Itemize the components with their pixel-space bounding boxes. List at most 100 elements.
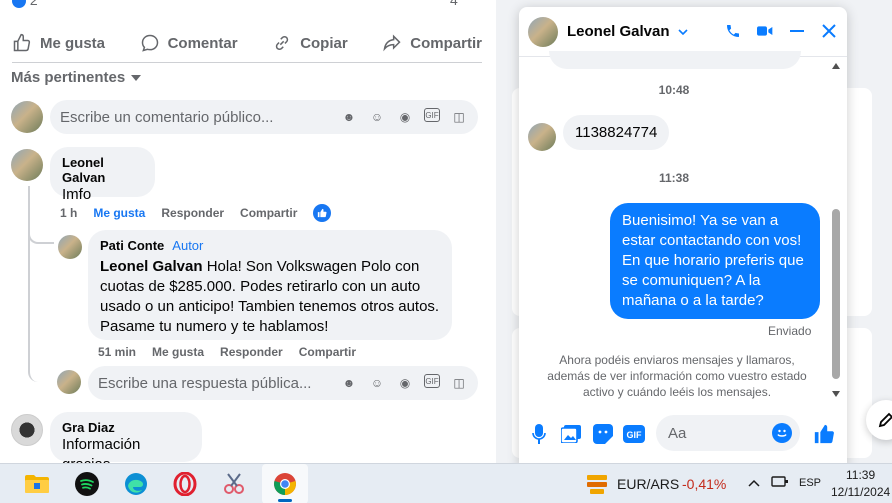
- language-indicator[interactable]: ESP: [799, 477, 821, 489]
- comment-input[interactable]: Escribe un comentario público... ☻ ☺ ◉ G…: [50, 100, 478, 134]
- message-time: 10:48: [658, 83, 690, 97]
- link-icon: [276, 35, 289, 51]
- edit-icon: [878, 412, 892, 428]
- like-reaction-icon[interactable]: [313, 204, 332, 222]
- reply-time[interactable]: 51 min: [98, 345, 136, 359]
- like-reaction-icon: [12, 0, 26, 9]
- scroll-down-icon[interactable]: [832, 391, 840, 397]
- reaction-summary[interactable]: 2: [12, 0, 38, 9]
- taskbar: EUR/ARS -0,41% ESP 11:39 12/11/2024: [0, 463, 892, 503]
- microphone-icon[interactable]: [528, 423, 550, 445]
- avatar[interactable]: [11, 149, 43, 181]
- chat-avatar[interactable]: [528, 17, 558, 47]
- comment-count[interactable]: 4: [450, 0, 458, 8]
- stock-ticker-icon[interactable]: [582, 469, 612, 499]
- like-label: Me gusta: [40, 34, 106, 52]
- reply-author-row: Pati Conte Autor: [100, 238, 440, 253]
- chat-contact[interactable]: Leonel Galvan: [567, 23, 688, 40]
- thumbs-up-icon[interactable]: [813, 423, 835, 445]
- ticker-symbol[interactable]: EUR/ARS: [617, 476, 679, 492]
- tray-chevron-icon[interactable]: [748, 475, 760, 490]
- comment-bubble: Gra Diaz Información gracias: [50, 412, 202, 463]
- camera-icon[interactable]: ◉: [396, 374, 414, 392]
- ticker-change[interactable]: -0,41%: [682, 476, 726, 492]
- thumbs-up-icon: [13, 33, 31, 52]
- like-button[interactable]: Me gusta: [12, 26, 105, 60]
- avatar[interactable]: [11, 101, 43, 133]
- camera-icon[interactable]: ◉: [396, 108, 414, 126]
- message-status: Enviado: [768, 324, 812, 338]
- share-button[interactable]: Compartir: [382, 26, 482, 60]
- sort-dropdown[interactable]: Más pertinentes: [11, 69, 142, 86]
- comment-author[interactable]: Leonel Galvan: [62, 155, 143, 185]
- chat-notice: Ahora podéis enviaros mensajes y llamaro…: [547, 353, 807, 399]
- chrome-icon[interactable]: [270, 469, 300, 499]
- reply-input[interactable]: Escribe una respuesta pública... ☻ ☺ ◉ G…: [88, 366, 478, 400]
- file-explorer-icon[interactable]: [22, 469, 52, 499]
- chevron-down-icon: [677, 28, 688, 35]
- gif-icon[interactable]: GIF: [424, 374, 440, 388]
- message-input[interactable]: Aa: [656, 415, 800, 451]
- copy-button[interactable]: Copiar: [272, 26, 348, 60]
- sort-label: Más pertinentes: [11, 69, 126, 86]
- avatar[interactable]: [57, 370, 81, 394]
- reaction-count: 2: [29, 0, 38, 8]
- reply-author[interactable]: Pati Conte: [100, 238, 164, 253]
- chat-composer: GIF Aa: [519, 411, 847, 457]
- comment-author[interactable]: Gra Diaz: [62, 420, 190, 435]
- comment-time[interactable]: 1 h: [60, 206, 77, 220]
- spotify-icon[interactable]: [72, 469, 102, 499]
- previous-message: [549, 51, 801, 69]
- reply-link[interactable]: Responder: [161, 206, 224, 220]
- scroll-up-icon[interactable]: [832, 63, 840, 69]
- edge-icon[interactable]: [121, 469, 151, 499]
- like-link[interactable]: Me gusta: [152, 345, 204, 359]
- clock-date[interactable]: 12/11/2024: [831, 485, 890, 499]
- network-icon[interactable]: [771, 475, 789, 492]
- clock-time[interactable]: 11:39: [846, 468, 875, 482]
- emoji-icon[interactable]: ☺: [368, 108, 386, 126]
- comment-text: Imfo: [62, 186, 92, 203]
- thread-line: [28, 186, 54, 382]
- comment-button[interactable]: Comentar: [140, 26, 238, 60]
- author-badge: Autor: [172, 238, 204, 253]
- avatar[interactable]: [58, 235, 82, 259]
- mention[interactable]: Leonel Galvan: [100, 258, 203, 275]
- avatar-sticker-icon[interactable]: ☻: [340, 108, 358, 126]
- outgoing-message[interactable]: Buenisimo! Ya se van a estar contactando…: [610, 203, 820, 319]
- svg-text:GIF: GIF: [627, 430, 643, 440]
- share-label: Compartir: [410, 34, 482, 52]
- share-link[interactable]: Compartir: [240, 206, 297, 220]
- emoji-icon[interactable]: [772, 423, 792, 443]
- video-call-icon[interactable]: [755, 21, 775, 41]
- scroll-thumb[interactable]: [832, 209, 840, 379]
- reply-link[interactable]: Responder: [220, 345, 283, 359]
- comment-label: Comentar: [167, 34, 238, 52]
- like-link[interactable]: Me gusta: [93, 206, 145, 220]
- sticker-icon[interactable]: ◫: [450, 374, 468, 392]
- avatar-sticker-icon[interactable]: ☻: [340, 374, 358, 392]
- gif-icon[interactable]: GIF: [424, 108, 440, 122]
- reply-text: Leonel Galvan Hola! Son Volkswagen Polo …: [100, 257, 440, 337]
- incoming-message[interactable]: 1138824774: [563, 115, 670, 150]
- emoji-icon[interactable]: ☺: [368, 374, 386, 392]
- chat-header: Leonel Galvan: [519, 7, 847, 57]
- close-icon[interactable]: [819, 21, 839, 41]
- phone-icon[interactable]: [723, 21, 743, 41]
- chat-window: Leonel Galvan 10:48 1138824774 11:38 Bue…: [519, 7, 847, 467]
- post-actions: Me gusta Comentar Copiar Compartir: [12, 26, 482, 60]
- sticker-icon[interactable]: ◫: [450, 108, 468, 126]
- sticker-icon[interactable]: [592, 423, 614, 445]
- reply-bubble: Pati Conte Autor Leonel Galvan Hola! Son …: [88, 230, 452, 340]
- opera-icon[interactable]: [170, 469, 200, 499]
- comment-meta: 1 h Me gusta Responder Compartir: [60, 204, 332, 222]
- photo-icon[interactable]: [560, 423, 582, 445]
- minimize-icon[interactable]: [787, 21, 807, 41]
- message-avatar: [528, 123, 556, 151]
- gif-icon[interactable]: GIF: [623, 423, 645, 445]
- chat-scrollbar[interactable]: [829, 59, 843, 405]
- comment-placeholder: Escribe un comentario público...: [60, 108, 274, 126]
- avatar[interactable]: [11, 414, 43, 446]
- share-link[interactable]: Compartir: [299, 345, 356, 359]
- snipping-tool-icon[interactable]: [219, 469, 249, 499]
